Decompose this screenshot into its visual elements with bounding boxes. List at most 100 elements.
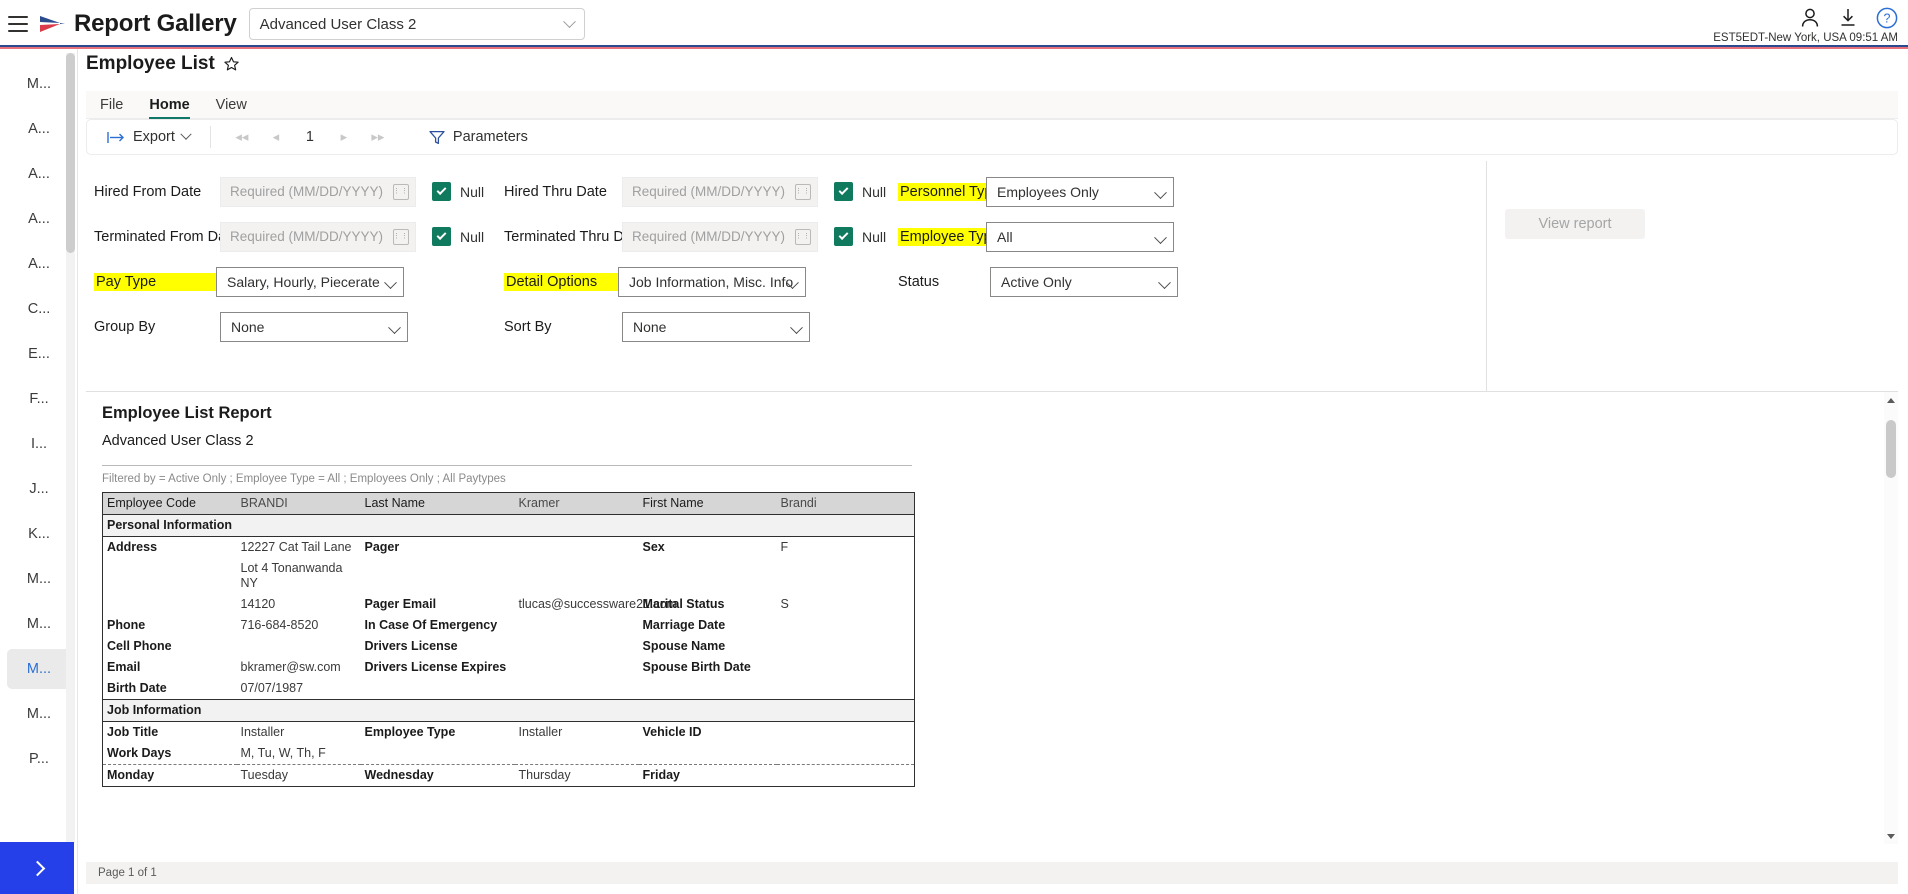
param-row-sort-by: Sort By None [504,304,810,349]
select-employee-type[interactable]: All [986,221,1174,252]
first-page-button[interactable]: ◂◂ [225,124,259,150]
null-checkbox[interactable] [432,182,451,201]
calendar-icon[interactable]: ⋮⋮ [795,228,811,245]
report-cell-value: Tuesday [236,764,361,787]
sidebar-item-label: C... [27,301,51,317]
chevron-down-icon [786,275,799,293]
sidebar-item-label: M... [26,616,52,632]
select-value: Active Only [1001,273,1072,290]
sidebar-item-9[interactable]: J... [7,469,71,509]
report-cell-value: Installer [240,725,285,739]
report-cell-label: Sex [642,540,665,554]
report-cell-label: Spouse Name [642,639,726,653]
prev-page-button[interactable]: ◂ [259,124,293,150]
hamburger-menu-icon[interactable] [8,16,28,32]
calendar-icon[interactable]: ⋮⋮ [795,183,811,200]
current-page-number[interactable]: 1 [293,129,327,145]
report-cell-value: 716-684-8520 [240,618,319,632]
filter-icon [429,130,445,144]
calendar-icon[interactable]: ⋮⋮ [393,228,409,245]
null-checkbox[interactable] [834,182,853,201]
report-table-row: Address 12227 Cat Tail Lane Pager Sex F [103,537,915,559]
select-personnel-type[interactable]: Employees Only [986,176,1174,207]
sidebar-item-3[interactable]: A... [7,199,71,239]
sidebar-item-13[interactable]: M... [7,649,71,689]
sidebar-expand-button[interactable] [0,842,74,894]
report-table-row: Job Title Installer Employee Type Installer… [103,722,915,744]
account-icon[interactable] [1800,7,1820,28]
null-label: Null [460,228,485,245]
export-button[interactable]: Export [101,126,196,148]
parameters-panel: Hired From Date Required (MM/DD/YYYY) ⋮⋮ Nu… [86,161,1898,392]
report-cell-value: BRANDI [236,492,361,515]
report-scroll-up-button[interactable] [1884,392,1898,408]
null-label: Null [460,183,485,200]
report-section-row: Job Information [102,699,915,722]
sidebar-item-1[interactable]: A... [7,109,71,149]
null-checkbox[interactable] [834,227,853,246]
null-label: Null [862,183,887,200]
sidebar-item-2[interactable]: A... [7,154,71,194]
select-detail-options[interactable]: Job Information, Misc. Info [618,266,806,297]
sidebar-item-14[interactable]: M... [7,694,71,734]
report-cell-label: Employee Type [364,725,456,739]
param-label: Hired Thru Date [504,183,607,200]
select-status[interactable]: Active Only [990,266,1178,297]
select-value: Salary, Hourly, Piecerate [227,273,380,290]
next-page-button[interactable]: ▸ [327,124,361,150]
sidebar-item-6[interactable]: E... [7,334,71,374]
sidebar-item-0[interactable]: M... [7,64,71,104]
date-input-placeholder: Required (MM/DD/YYYY) [230,229,384,244]
report-cell-label: Employee Code [102,492,237,515]
tab-file[interactable]: File [100,97,123,118]
sidebar-item-15[interactable]: P... [7,739,71,779]
report-cell-value: 12227 Cat Tail Lane [240,540,352,554]
sidebar-item-7[interactable]: F... [7,379,71,419]
user-class-select[interactable]: Advanced User Class 2 [248,8,585,40]
favorite-star-icon[interactable] [223,56,240,73]
date-input-placeholder: Required (MM/DD/YYYY) [230,184,384,199]
view-report-button[interactable]: View report [1505,209,1645,239]
tab-home[interactable]: Home [149,97,190,119]
date-input[interactable]: Required (MM/DD/YYYY) ⋮⋮ [622,221,818,252]
report-cell-value [777,657,915,678]
report-cell-label [361,558,515,594]
sidebar-item-label: K... [28,526,50,542]
sidebar-item-8[interactable]: I... [7,424,71,464]
parameters-button[interactable]: Parameters [429,129,528,145]
chevron-down-icon [790,320,803,338]
calendar-icon[interactable]: ⋮⋮ [393,183,409,200]
sidebar-item-label: M... [26,76,52,92]
report-viewer: Employee List Report Advanced User Class… [86,392,1898,844]
tab-view[interactable]: View [216,97,247,118]
report-scroll-down-button[interactable] [1884,828,1898,844]
select-pay-type[interactable]: Salary, Hourly, Piecerate [216,266,404,297]
export-icon [107,131,124,143]
null-checkbox[interactable] [432,227,451,246]
sidebar-scrollbar-thumb[interactable] [66,53,75,253]
app-title: Report Gallery [74,10,237,37]
select-value: None [231,318,265,335]
sidebar-item-label: P... [29,751,49,767]
date-input[interactable]: Required (MM/DD/YYYY) ⋮⋮ [220,176,416,207]
date-input[interactable]: Required (MM/DD/YYYY) ⋮⋮ [622,176,818,207]
sidebar-item-4[interactable]: A... [7,244,71,284]
report-scrollbar-thumb[interactable] [1886,420,1896,478]
sidebar-item-12[interactable]: M... [7,604,71,644]
date-input[interactable]: Required (MM/DD/YYYY) ⋮⋮ [220,221,416,252]
sidebar-item-11[interactable]: M... [7,559,71,599]
report-cell-label [103,558,237,594]
sidebar-item-5[interactable]: C... [7,289,71,329]
download-icon[interactable] [1838,7,1858,28]
select-group-by[interactable]: None [220,311,408,342]
report-cell-value: Lot 4 Tonanwanda NY [240,561,343,590]
sidebar-item-label: A... [28,121,50,137]
last-page-button[interactable]: ▸▸ [361,124,395,150]
sidebar-item-10[interactable]: K... [7,514,71,554]
report-cell-label [639,678,777,700]
select-sort-by[interactable]: None [622,311,810,342]
user-class-select-value: Advanced User Class 2 [259,15,417,33]
report-table-row: Birth Date 07/07/1987 [103,678,915,700]
help-icon[interactable]: ? [1876,7,1898,29]
report-cell-label: Pager [364,540,400,554]
